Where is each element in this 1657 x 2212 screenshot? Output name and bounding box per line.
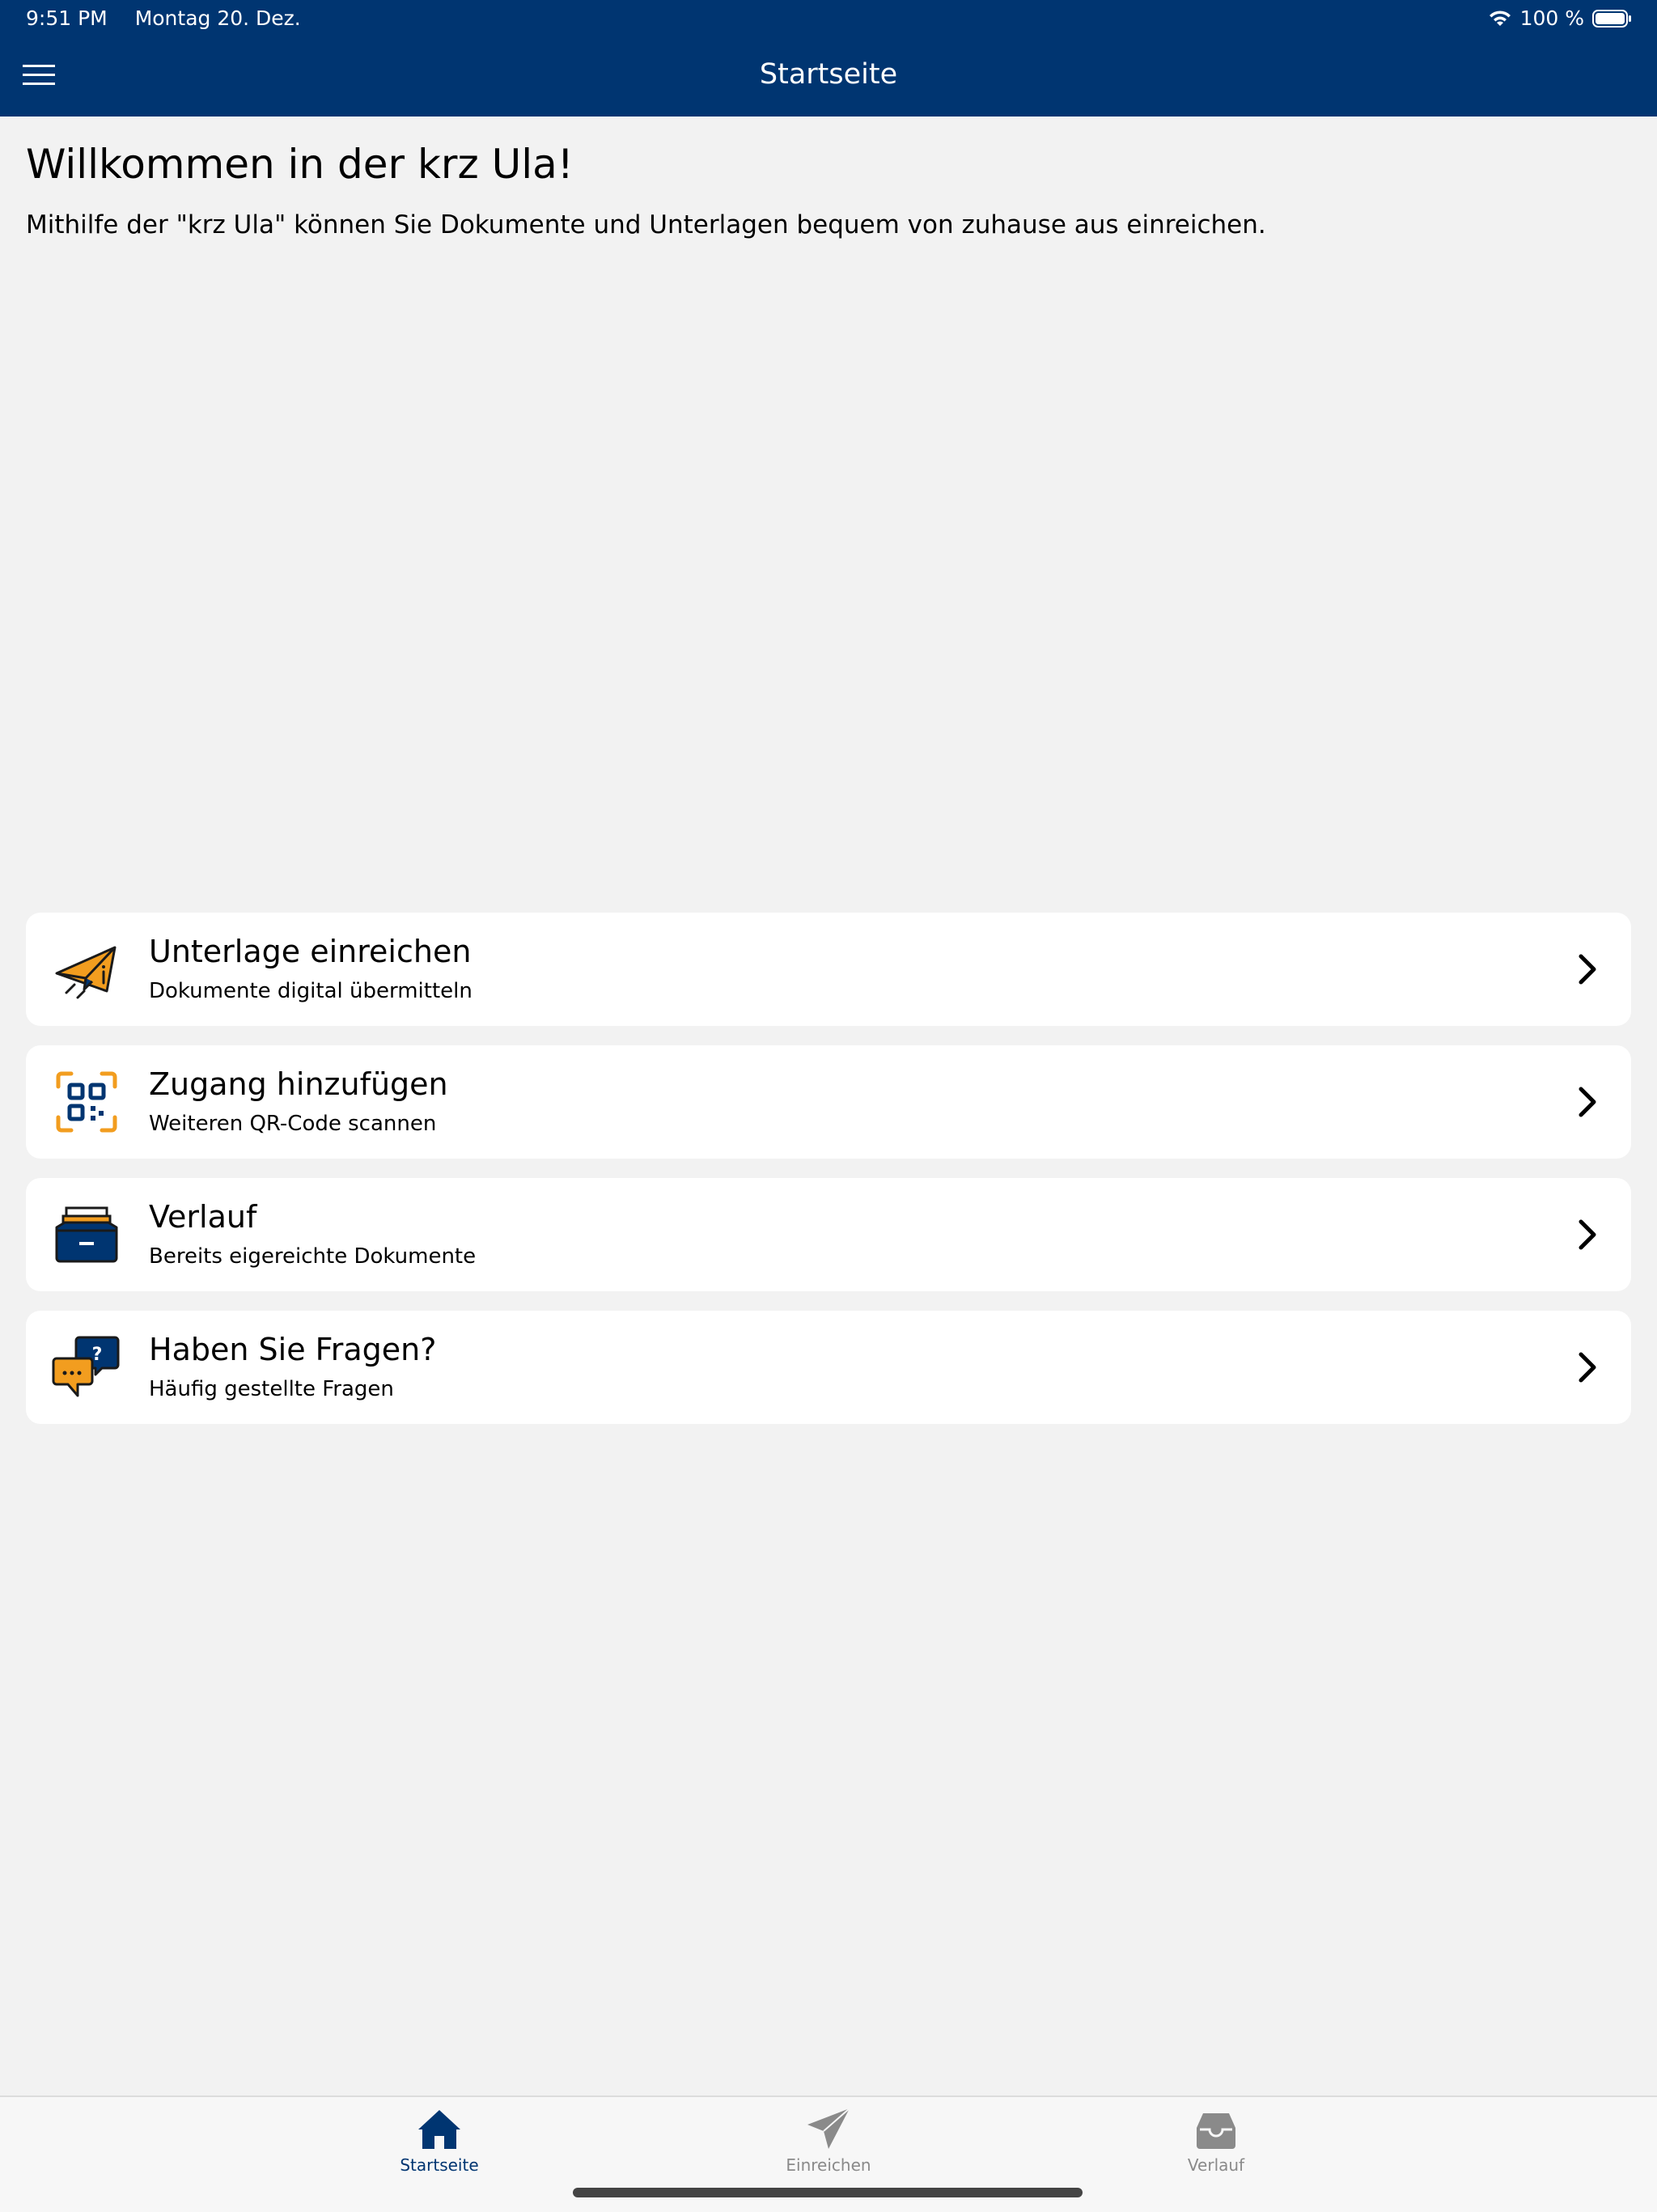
card-subtitle: Bereits eigereichte Dokumente bbox=[149, 1244, 477, 1269]
battery-percent: 100 % bbox=[1519, 6, 1584, 30]
qr-code-icon bbox=[56, 1071, 117, 1133]
status-date: Montag 20. Dez. bbox=[134, 6, 301, 30]
card-title: Unterlage einreichen bbox=[149, 934, 472, 969]
home-indicator bbox=[573, 2188, 1083, 2197]
tab-label: Verlauf bbox=[1187, 2155, 1245, 2175]
chevron-right-icon bbox=[1579, 1352, 1596, 1383]
chevron-right-icon bbox=[1579, 1219, 1596, 1250]
card-faq[interactable]: ? Haben Sie Fragen? Häufig gestellte Fra… bbox=[26, 1311, 1631, 1424]
tab-label: Startseite bbox=[400, 2155, 479, 2175]
welcome-text: Mithilfe der "krz Ula" können Sie Dokume… bbox=[26, 210, 1266, 239]
page-title: Startseite bbox=[759, 58, 898, 91]
send-icon bbox=[807, 2108, 850, 2149]
archive-drawer-icon bbox=[55, 1206, 118, 1263]
tab-verlauf[interactable]: Verlauf bbox=[1119, 2105, 1313, 2178]
status-bar-right: 100 % bbox=[1488, 6, 1633, 30]
paper-plane-icon bbox=[55, 946, 117, 999]
home-icon bbox=[418, 2110, 460, 2149]
status-time: 9:51 PM bbox=[26, 6, 108, 30]
svg-text:?: ? bbox=[92, 1345, 103, 1365]
card-add-access[interactable]: Zugang hinzufügen Weiteren QR-Code scann… bbox=[26, 1045, 1631, 1159]
tab-einreichen[interactable]: Einreichen bbox=[731, 2105, 926, 2178]
inbox-icon bbox=[1197, 2113, 1235, 2149]
card-title: Zugang hinzufügen bbox=[149, 1066, 448, 1102]
card-title: Verlauf bbox=[149, 1199, 257, 1235]
card-submit-document[interactable]: Unterlage einreichen Dokumente digital ü… bbox=[26, 913, 1631, 1026]
tab-startseite[interactable]: Startseite bbox=[342, 2105, 536, 2178]
wifi-icon bbox=[1489, 10, 1511, 26]
status-bar-left: 9:51 PM Montag 20. Dez. bbox=[26, 6, 301, 30]
battery-icon bbox=[1592, 9, 1631, 28]
tab-label: Einreichen bbox=[786, 2155, 871, 2175]
card-subtitle: Weiteren QR-Code scannen bbox=[149, 1112, 437, 1136]
card-subtitle: Häufig gestellte Fragen bbox=[149, 1377, 394, 1401]
chevron-right-icon bbox=[1579, 954, 1596, 985]
chevron-right-icon bbox=[1579, 1087, 1596, 1117]
top-bar: 9:51 PM Montag 20. Dez. 100 % Startseite bbox=[0, 0, 1657, 117]
chat-question-icon: ? bbox=[52, 1336, 120, 1397]
card-history[interactable]: Verlauf Bereits eigereichte Dokumente bbox=[26, 1178, 1631, 1291]
welcome-heading: Willkommen in der krz Ula! bbox=[26, 141, 574, 188]
card-subtitle: Dokumente digital übermitteln bbox=[149, 979, 473, 1003]
card-title: Haben Sie Fragen? bbox=[149, 1332, 437, 1367]
